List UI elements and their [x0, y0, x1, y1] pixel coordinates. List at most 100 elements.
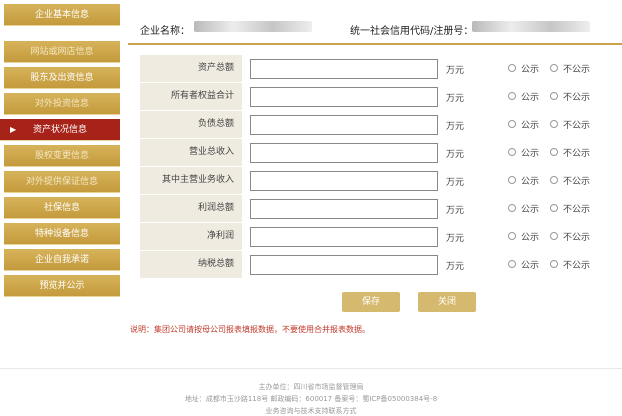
sidebar-item-preview-publish[interactable]: 预览并公示 — [4, 275, 120, 297]
sidebar-item-social-security[interactable]: 社保信息 — [4, 197, 120, 219]
private-radio[interactable] — [550, 120, 558, 128]
public-radio[interactable] — [508, 120, 516, 128]
footer-contact[interactable]: 业务咨询与技术支持联系方式 — [0, 406, 622, 416]
total-revenue-input[interactable] — [250, 143, 438, 163]
public-label: 公示 — [521, 233, 540, 243]
footer-sponsor: 主办单位：四川省市场监督管理局 — [258, 383, 364, 391]
private-label: 不公示 — [563, 65, 591, 75]
total-profit-input[interactable] — [250, 199, 438, 219]
footer-divider — [0, 368, 622, 369]
close-button[interactable]: 关闭 — [418, 292, 476, 312]
sidebar-item-guarantee-info[interactable]: 对外提供保证信息 — [4, 171, 120, 193]
sidebar-item-label: 预览并公示 — [39, 281, 85, 291]
unit-label: 万元 — [446, 206, 465, 216]
sidebar-item-investment-info[interactable]: 对外投资信息 — [4, 93, 120, 115]
unit-label: 万元 — [446, 66, 465, 76]
private-label: 不公示 — [563, 233, 591, 243]
public-label: 公示 — [521, 121, 540, 131]
save-button[interactable]: 保存 — [342, 292, 400, 312]
sidebar-item-shareholder-info[interactable]: 股东及出资信息 — [4, 67, 120, 89]
private-label: 不公示 — [563, 149, 591, 159]
public-radio[interactable] — [508, 92, 516, 100]
credit-code-label: 统一社会信用代码/注册号： — [350, 26, 474, 37]
sidebar-item-label: 网站或网店信息 — [30, 47, 94, 57]
sidebar-item-label: 股权变更信息 — [34, 151, 89, 161]
field-label: 所有者权益合计 — [140, 83, 242, 110]
private-radio[interactable] — [550, 148, 558, 156]
net-profit-input[interactable] — [250, 227, 438, 247]
private-radio[interactable] — [550, 232, 558, 240]
sidebar-item-label: 股东及出资信息 — [30, 73, 94, 83]
field-label: 净利润 — [140, 223, 242, 250]
public-radio[interactable] — [508, 148, 516, 156]
field-label: 利润总额 — [140, 195, 242, 222]
main-business-revenue-input[interactable] — [250, 171, 438, 191]
unit-label: 万元 — [446, 94, 465, 104]
total-liabilities-input[interactable] — [250, 115, 438, 135]
enterprise-header: 企业名称： 统一社会信用代码/注册号： — [122, 0, 622, 48]
private-radio[interactable] — [550, 176, 558, 184]
form-row: 其中主营业务收入 万元 公示 不公示 — [140, 167, 622, 194]
unit-label: 万元 — [446, 234, 465, 244]
public-label: 公示 — [521, 177, 540, 187]
public-label: 公示 — [521, 65, 540, 75]
unit-label: 万元 — [446, 122, 465, 132]
private-radio[interactable] — [550, 204, 558, 212]
credit-code-redacted — [472, 21, 590, 32]
private-label: 不公示 — [563, 93, 591, 103]
sidebar-item-asset-status[interactable]: ▶ 资产状况信息 — [0, 119, 120, 141]
public-label: 公示 — [521, 149, 540, 159]
public-radio[interactable] — [508, 176, 516, 184]
private-label: 不公示 — [563, 121, 591, 131]
sidebar-item-label: 对外提供保证信息 — [25, 177, 98, 187]
unit-label: 万元 — [446, 262, 465, 272]
active-arrow-icon: ▶ — [10, 125, 17, 134]
unit-label: 万元 — [446, 178, 465, 188]
form-row: 营业总收入 万元 公示 不公示 — [140, 139, 622, 166]
sidebar-item-self-commitment[interactable]: 企业自我承诺 — [4, 249, 120, 271]
sidebar-nav: 企业基本信息 网站或网店信息 股东及出资信息 对外投资信息 ▶ 资产状况信息 股… — [0, 0, 122, 302]
total-tax-input[interactable] — [250, 255, 438, 275]
sidebar-item-label: 资产状况信息 — [32, 125, 87, 135]
sidebar-item-equity-change[interactable]: 股权变更信息 — [4, 145, 120, 167]
private-label: 不公示 — [563, 261, 591, 271]
public-radio[interactable] — [508, 204, 516, 212]
sidebar-item-basic-info[interactable]: 企业基本信息 — [4, 4, 120, 26]
unit-label: 万元 — [446, 150, 465, 160]
field-label: 纳税总额 — [140, 251, 242, 278]
public-label: 公示 — [521, 205, 540, 215]
form-row: 净利润 万元 公示 不公示 — [140, 223, 622, 250]
form-row: 纳税总额 万元 公示 不公示 — [140, 251, 622, 278]
sidebar-item-label: 企业自我承诺 — [34, 255, 89, 265]
private-radio[interactable] — [550, 92, 558, 100]
private-radio[interactable] — [550, 64, 558, 72]
sidebar-item-label: 对外投资信息 — [34, 99, 89, 109]
company-name-label: 企业名称： — [140, 26, 190, 37]
sidebar-item-label: 企业基本信息 — [34, 10, 89, 20]
form-note: 说明：集团公司请按母公司报表填报数据，不要使用合并报表数据。 — [130, 325, 370, 334]
private-label: 不公示 — [563, 205, 591, 215]
form-row: 负债总额 万元 公示 不公示 — [140, 111, 622, 138]
owner-equity-input[interactable] — [250, 87, 438, 107]
total-assets-input[interactable] — [250, 59, 438, 79]
private-label: 不公示 — [563, 177, 591, 187]
sidebar-item-label: 特种设备信息 — [34, 229, 89, 239]
sidebar-item-label: 社保信息 — [43, 203, 80, 213]
sidebar-item-special-equipment[interactable]: 特种设备信息 — [4, 223, 120, 245]
public-label: 公示 — [521, 261, 540, 271]
public-radio[interactable] — [508, 260, 516, 268]
form-row: 所有者权益合计 万元 公示 不公示 — [140, 83, 622, 110]
form-row: 利润总额 万元 公示 不公示 — [140, 195, 622, 222]
field-label: 营业总收入 — [140, 139, 242, 166]
public-radio[interactable] — [508, 232, 516, 240]
field-label: 资产总额 — [140, 55, 242, 82]
field-label: 负债总额 — [140, 111, 242, 138]
private-radio[interactable] — [550, 260, 558, 268]
header-divider — [128, 43, 622, 45]
footer-address: 地址：成都市玉沙路118号 邮政编码：600017 备案号：蜀ICP备05000… — [184, 395, 438, 403]
public-label: 公示 — [521, 93, 540, 103]
form-row: 资产总额 万元 公示 不公示 — [140, 55, 622, 82]
public-radio[interactable] — [508, 64, 516, 72]
field-label: 其中主营业务收入 — [140, 167, 242, 194]
sidebar-item-website-info[interactable]: 网站或网店信息 — [4, 41, 120, 63]
